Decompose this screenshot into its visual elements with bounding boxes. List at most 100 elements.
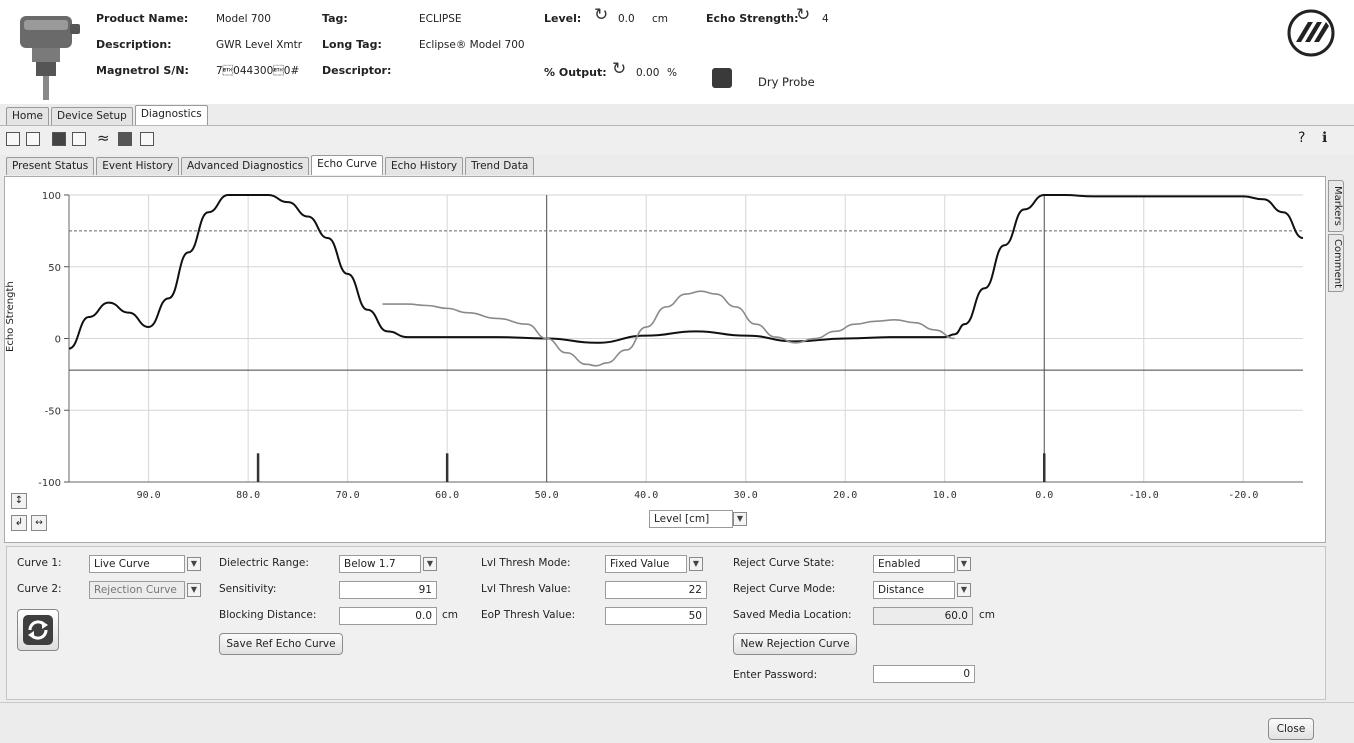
- new-rejection-curve-button[interactable]: New Rejection Curve: [733, 633, 857, 655]
- chevron-down-icon[interactable]: ▼: [957, 557, 971, 571]
- echo-curve-chart-panel: 90.0 80.0 70.0 60.0 50.0 40.0 30.0 20.0 10.0 0.0 -…: [4, 176, 1326, 543]
- save-icon[interactable]: [52, 132, 66, 146]
- tab-echo-curve[interactable]: Echo Curve: [311, 155, 383, 175]
- echo-strength-label: Echo Strength:: [706, 12, 799, 25]
- echo-curve-chart[interactable]: 90.0 80.0 70.0 60.0 50.0 40.0 30.0 20.0 10.0 0.0 -…: [5, 177, 1325, 542]
- save-ref-echo-curve-button[interactable]: Save Ref Echo Curve: [219, 633, 343, 655]
- password-field[interactable]: 0: [873, 665, 975, 683]
- tab-event-history[interactable]: Event History: [96, 157, 179, 175]
- y-tick-label: -50: [45, 406, 61, 417]
- refresh-icon[interactable]: ↻: [594, 7, 608, 24]
- tab-trend-data[interactable]: Trend Data: [465, 157, 535, 175]
- y-tick-label: -100: [38, 478, 61, 489]
- tab-device-setup[interactable]: Device Setup: [51, 107, 133, 125]
- x-tick-label: 30.0: [734, 490, 758, 501]
- tab-echo-history[interactable]: Echo History: [384, 157, 464, 175]
- print-icon[interactable]: [72, 132, 86, 146]
- live-curve-line: [68, 194, 1304, 350]
- level-label: Level:: [544, 12, 582, 25]
- level-value: 0.0: [618, 13, 635, 25]
- chevron-down-icon[interactable]: ▼: [689, 557, 703, 571]
- curve1-label: Curve 1:: [17, 557, 62, 569]
- refresh-curve-button[interactable]: [17, 609, 59, 651]
- lvl-thresh-value-label: Lvl Thresh Value:: [481, 583, 571, 595]
- chart-icon[interactable]: [140, 132, 154, 146]
- chevron-down-icon[interactable]: ▼: [187, 557, 201, 571]
- tab-diagnostics[interactable]: Diagnostics: [134, 105, 208, 125]
- x-unit-select[interactable]: Level [cm]: [649, 510, 733, 528]
- refresh-icon[interactable]: ↻: [612, 61, 626, 78]
- curve1-select[interactable]: Live Curve: [89, 555, 185, 573]
- rejection-curve-line: [382, 290, 955, 367]
- x-tick-label: 80.0: [236, 490, 260, 501]
- dielectric-label: Dielectric Range:: [219, 557, 309, 569]
- status-text: Dry Probe: [758, 75, 815, 89]
- long-tag-label: Long Tag:: [322, 38, 382, 51]
- sensitivity-label: Sensitivity:: [219, 583, 277, 595]
- tab-home[interactable]: Home: [6, 107, 50, 125]
- tab-comment[interactable]: Comment: [1328, 234, 1344, 292]
- device-header: Product Name: Model 700 Description: GWR…: [0, 0, 1354, 104]
- reject-curve-state-select[interactable]: Enabled: [873, 555, 955, 573]
- chevron-down-icon[interactable]: ▼: [187, 583, 201, 597]
- tag-label: Tag:: [322, 12, 348, 25]
- blocking-distance-unit: cm: [442, 609, 459, 621]
- signal-icon[interactable]: ≈: [97, 129, 110, 147]
- lvl-thresh-value-field[interactable]: 22: [605, 581, 707, 599]
- x-tick-label: 70.0: [336, 490, 360, 501]
- echo-controls-panel: Curve 1: Live Curve ▼ Curve 2: Rejection…: [6, 546, 1326, 700]
- x-tick-label: 20.0: [833, 490, 857, 501]
- descriptor-label: Descriptor:: [322, 64, 392, 77]
- dielectric-select[interactable]: Below 1.7: [339, 555, 421, 573]
- tag-value: ECLIPSE: [419, 13, 462, 25]
- chevron-down-icon[interactable]: ▼: [957, 583, 971, 597]
- eop-thresh-value-field[interactable]: 50: [605, 607, 707, 625]
- toolbar: ≈ ? ℹ: [0, 125, 1354, 155]
- y-axis-label: Echo Strength: [5, 281, 16, 352]
- zoom-horizontal-icon[interactable]: ↔: [31, 515, 47, 531]
- sensitivity-field[interactable]: 91: [339, 581, 437, 599]
- x-tick-label: 60.0: [435, 490, 459, 501]
- help-icon[interactable]: ?: [1298, 130, 1305, 146]
- tab-advanced-diagnostics[interactable]: Advanced Diagnostics: [180, 157, 310, 175]
- description-value: GWR Level Xmtr: [216, 39, 303, 51]
- footer-bar: Close: [0, 702, 1354, 743]
- info-icon[interactable]: ℹ: [1322, 130, 1327, 146]
- eop-thresh-value-label: EoP Thresh Value:: [481, 609, 576, 621]
- zoom-fit-icon[interactable]: ↲: [11, 515, 27, 531]
- serial-label: Magnetrol S/N:: [96, 64, 189, 77]
- refresh-icon[interactable]: ↻: [796, 7, 810, 24]
- image-icon[interactable]: [118, 132, 132, 146]
- x-tick-label: 90.0: [137, 490, 161, 501]
- close-button[interactable]: Close: [1268, 718, 1314, 740]
- echo-strength-value: 4: [822, 13, 829, 25]
- curve2-select[interactable]: Rejection Curve: [89, 581, 185, 599]
- tab-present-status[interactable]: Present Status: [6, 157, 95, 175]
- magnetrol-logo-icon: [1287, 9, 1335, 57]
- blocking-distance-field[interactable]: 0.0: [339, 607, 437, 625]
- curve2-label: Curve 2:: [17, 583, 62, 595]
- lvl-thresh-mode-select[interactable]: Fixed Value: [605, 555, 687, 573]
- chevron-down-icon[interactable]: ▼: [733, 512, 747, 526]
- x-tick-label: 40.0: [634, 490, 658, 501]
- reject-curve-mode-select[interactable]: Distance: [873, 581, 955, 599]
- status-indicator: [712, 68, 732, 88]
- chevron-down-icon[interactable]: ▼: [423, 557, 437, 571]
- x-tick-label: 10.0: [933, 490, 957, 501]
- product-name-value: Model 700: [216, 13, 271, 25]
- x-tick-label: -10.0: [1129, 490, 1159, 501]
- zoom-vertical-icon[interactable]: ↕: [11, 493, 27, 509]
- tab-markers[interactable]: Markers: [1328, 180, 1344, 232]
- view-icon[interactable]: [6, 132, 20, 146]
- product-name-label: Product Name:: [96, 12, 189, 25]
- blocking-distance-label: Blocking Distance:: [219, 609, 317, 621]
- window-icon[interactable]: [26, 132, 40, 146]
- long-tag-value: Eclipse® Model 700: [419, 39, 525, 51]
- main-tabs: Home Device Setup Diagnostics: [6, 105, 210, 125]
- lvl-thresh-mode-label: Lvl Thresh Mode:: [481, 557, 571, 569]
- level-unit: cm: [652, 13, 669, 25]
- output-value: 0.00: [636, 67, 660, 79]
- probe-image: [20, 16, 80, 100]
- y-tick-label: 0: [55, 335, 61, 346]
- saved-media-location-unit: cm: [979, 609, 996, 621]
